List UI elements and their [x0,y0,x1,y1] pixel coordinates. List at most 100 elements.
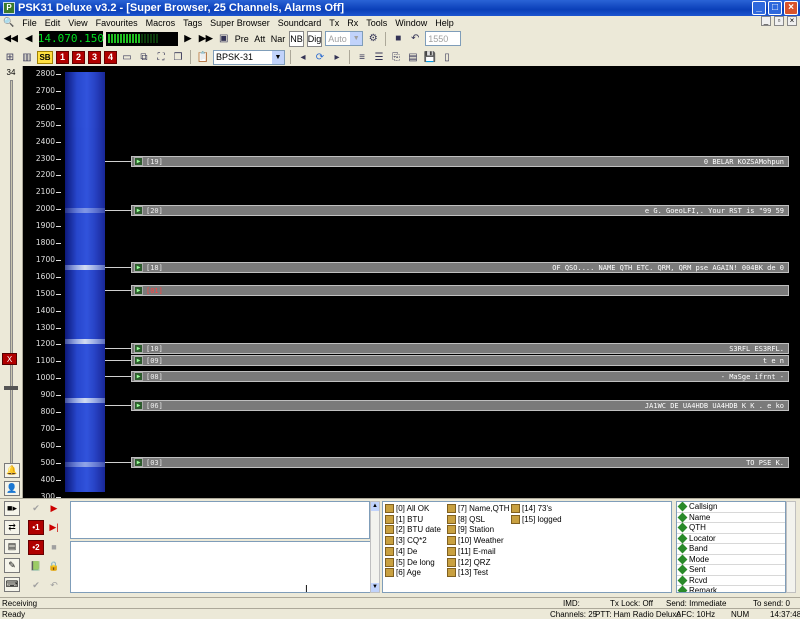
back-icon[interactable]: ◂ [296,50,310,64]
user-icon[interactable]: 👤 [4,481,20,496]
macro-item[interactable]: [7] Name,QTH [447,504,510,513]
log-field-row[interactable]: Rcvd [677,575,785,586]
channel-icon[interactable]: ▶ [134,286,143,295]
channel-icon[interactable]: ▶ [134,206,143,215]
mdi-minimize-button[interactable]: _ [761,16,771,26]
play-icon[interactable]: ▶ [46,501,62,516]
channel-row[interactable]: ▶ [09] t e n [131,355,789,366]
macro-item[interactable]: [5] De long [385,557,435,567]
nb-button[interactable]: NB [289,30,304,47]
nar-button[interactable]: Nar [270,31,287,47]
macro-item[interactable]: [12] QRZ [447,557,490,567]
lock-icon[interactable]: ■ [391,32,405,46]
print-icon[interactable]: ▤ [4,539,20,554]
logbook-scrollbar[interactable] [786,501,796,593]
level-slider[interactable] [10,80,13,475]
super-browser-waterfall[interactable]: 2800 2700 2600 2500 2400 2300 2200 2100 2000 1900… [23,66,800,498]
log-field-row[interactable]: Locator [677,533,785,544]
log-field-row[interactable]: Callsign [677,502,785,513]
pre-button[interactable]: Pre [234,31,250,47]
frequency-display[interactable]: 14.070.150 [38,30,104,47]
macro-item[interactable]: [0] All OK [385,504,429,513]
tune-up-fast-button[interactable]: ▶▶ [198,31,214,47]
auto-select[interactable]: Auto ▼ [325,31,364,46]
menu-tx[interactable]: Tx [329,18,339,28]
log-field-row[interactable]: Name [677,512,785,523]
csv-icon[interactable]: ▤ [406,50,420,64]
accept-icon[interactable]: ✔ [28,578,44,593]
minimize-button[interactable]: _ [752,1,766,15]
tx1-button[interactable]: •1 [28,520,44,535]
rx-text-area[interactable] [70,501,370,539]
mdi-close-button[interactable]: × [787,16,797,26]
channel-row[interactable]: ▶ [06] JA1WC DE UA4HDB UA4HDB K K . e ko [131,400,789,411]
menu-macros[interactable]: Macros [146,18,176,28]
channel-row[interactable]: ▶ [19] 0 BELAR KOZSAMohpun [131,156,789,167]
menu-tags[interactable]: Tags [183,18,202,28]
mdi-restore-button[interactable]: ▫ [774,16,784,26]
mode-select[interactable]: BPSK-31 ▼ [213,49,285,65]
tune-up-button[interactable]: ▶ [181,31,195,47]
refresh-icon[interactable]: ⟳ [313,50,327,64]
macro-item[interactable]: [2] BTU date [385,525,441,535]
channel-icon[interactable]: ▶ [134,458,143,467]
sb-button[interactable]: SB [37,50,53,64]
macro-item[interactable]: [9] Station [447,525,494,535]
forward-icon[interactable]: ▸ [330,50,344,64]
preset-1-button[interactable]: 1 [56,50,69,64]
radio-icon[interactable]: ▣ [217,32,231,46]
att-button[interactable]: Att [253,31,267,47]
channel-row[interactable]: ▶ [20] e G. GoeoLFI,. Your RST is "99 59 [131,205,789,216]
log-field-row[interactable]: Band [677,543,785,555]
audio-frequency-field[interactable]: 1550 [425,31,462,46]
menu-super-browser[interactable]: Super Browser [210,18,270,28]
clipboard-icon[interactable]: 📋 [196,50,210,64]
tx-text-area[interactable] [70,541,380,593]
macro-item[interactable]: [14] 73's [511,504,552,513]
macro-item[interactable]: [11] E-mail [447,546,496,556]
channel-icon[interactable]: ▶ [134,157,143,166]
preset-4-button[interactable]: 4 [104,50,117,64]
tx2-button[interactable]: •2 [28,539,44,555]
tile-icon[interactable]: ⧉ [137,50,151,64]
channel-icon[interactable]: ▶ [134,372,143,381]
macro-item[interactable]: [1] BTU [385,514,423,524]
copy-icon[interactable]: ❐ [171,50,185,64]
preset-2-button[interactable]: 2 [72,50,85,64]
network-icon[interactable]: ⊞ [3,50,17,64]
macro-item[interactable]: [13] Test [447,568,488,578]
menu-help[interactable]: Help [435,18,454,28]
scroll-up-icon[interactable]: ▲ [371,502,379,511]
maximize-button[interactable]: □ [768,1,782,15]
bars-icon[interactable]: ▥ [20,50,34,64]
channel-row[interactable]: ▶ [10] S3RFL ES3RFL. [131,343,789,354]
search-icon[interactable]: 🔍 [3,17,14,28]
macro-item[interactable]: [15] logged [511,514,562,524]
swap-icon[interactable]: ⇄ [4,520,20,535]
window-icon[interactable]: ▭ [120,50,134,64]
scroll-down-icon[interactable]: ▼ [371,583,379,592]
settings-icon[interactable]: ⚙ [366,32,380,46]
macro-item[interactable]: [6] Age [385,568,421,578]
tune-down-fast-button[interactable]: ◀◀ [3,31,19,47]
list-icon[interactable]: ☰ [372,50,386,64]
bell-icon[interactable]: 🔔 [4,463,20,478]
channel-icon[interactable]: ▶ [134,344,143,353]
skip-icon[interactable]: ▶| [46,520,62,535]
log-field-row[interactable]: Sent [677,564,785,576]
stop-icon[interactable]: ■ [46,539,62,554]
padlock-icon[interactable]: 🔒 [46,559,62,574]
menu-file[interactable]: File [22,18,37,28]
channel-row[interactable]: ▶ [18] OF QSO.... NAME QTH ETC. QRM, QRM p… [131,262,789,273]
menu-favourites[interactable]: Favourites [96,18,138,28]
log-field-row[interactable]: QTH [677,522,785,534]
export-icon[interactable]: ⎘ [389,50,403,64]
preset-3-button[interactable]: 3 [88,50,101,64]
close-button[interactable]: × [784,1,798,15]
channel-row[interactable]: ▶ [08] - MaSge ifrnt - [131,371,789,382]
menu-view[interactable]: View [68,18,87,28]
alarm-indicator[interactable]: X [2,353,17,365]
text-scrollbar[interactable]: ▲ ▼ [370,501,380,593]
level-slider-thumb[interactable] [4,386,18,390]
menu-window[interactable]: Window [395,18,427,28]
